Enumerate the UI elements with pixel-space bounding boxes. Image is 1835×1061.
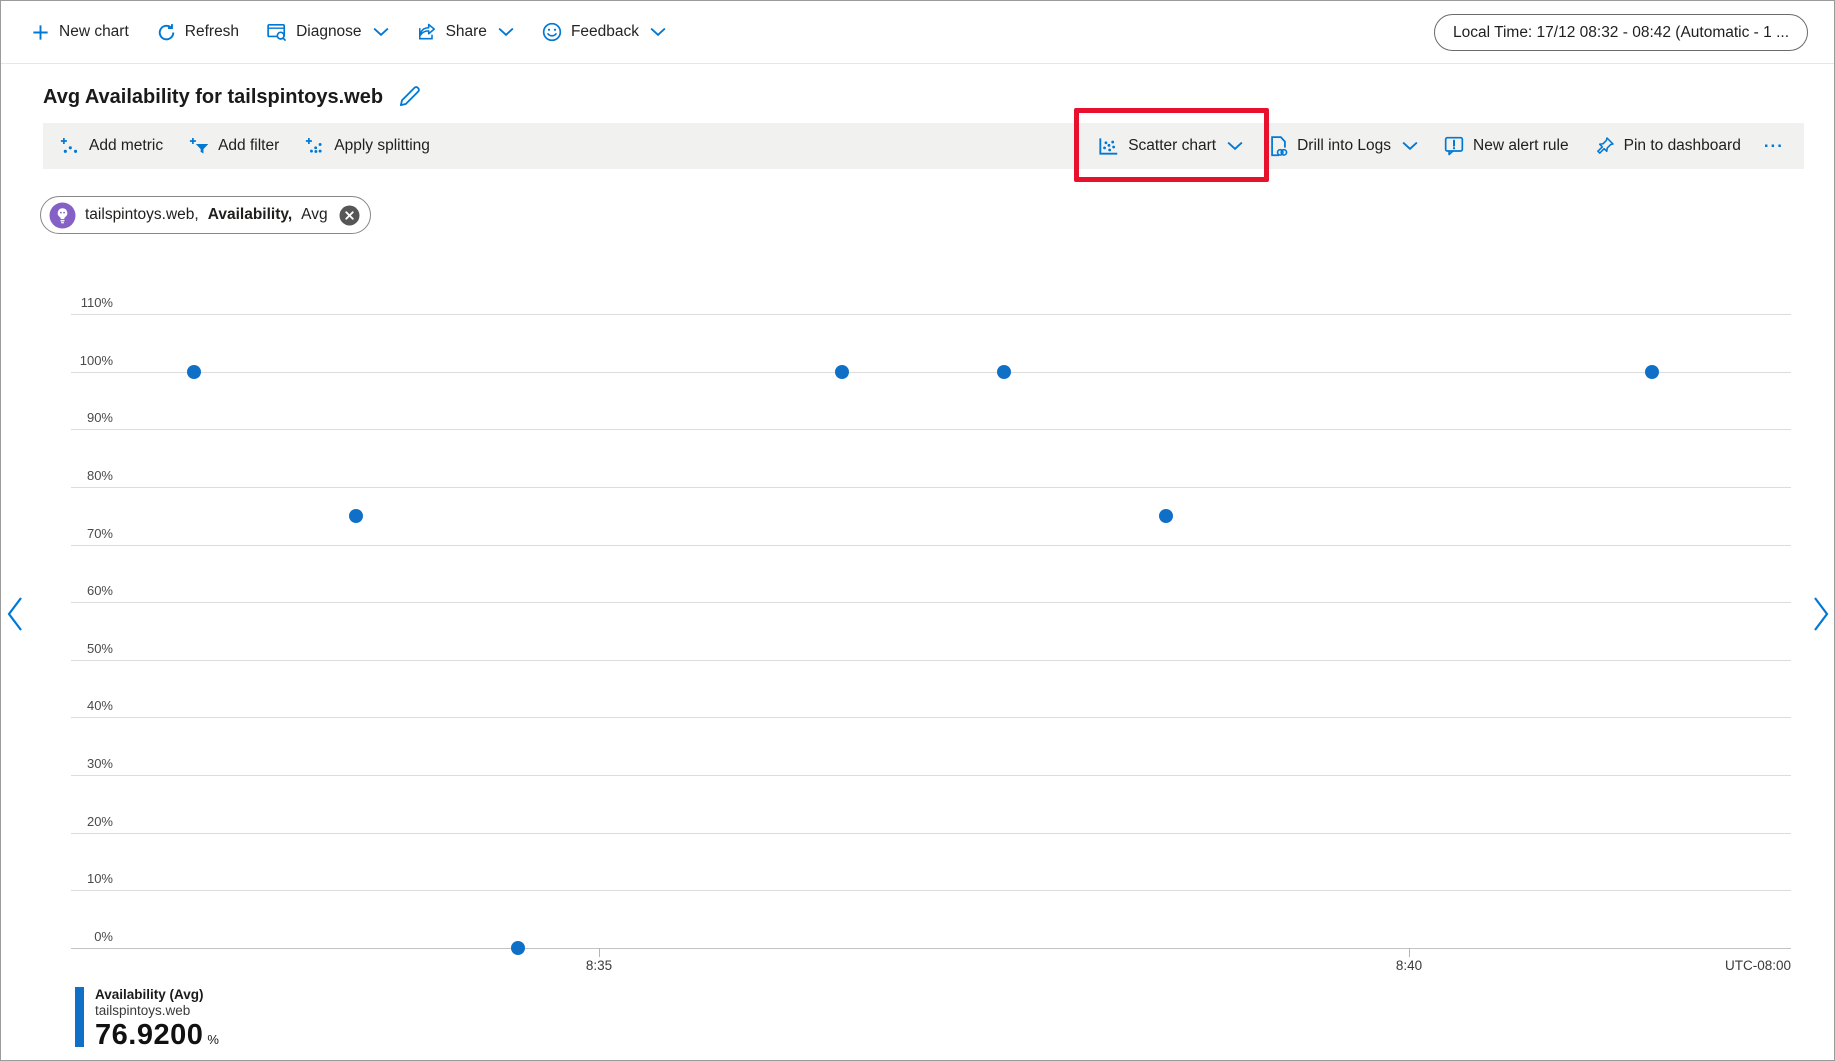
gridline — [71, 833, 1791, 834]
gridline — [71, 602, 1791, 603]
x-axis-tick — [599, 948, 600, 957]
y-axis-tick-label: 80% — [71, 468, 113, 486]
chart-legend[interactable]: Availability (Avg) tailspintoys.web 76.9… — [75, 987, 219, 1052]
y-axis-tick-label: 100% — [71, 353, 113, 371]
data-point[interactable] — [349, 509, 363, 523]
y-axis-tick-label: 20% — [71, 814, 113, 832]
previous-chart-chevron[interactable] — [5, 595, 25, 633]
x-axis-tick-label: 8:40 — [1369, 958, 1449, 973]
gridline — [71, 948, 1791, 949]
data-point[interactable] — [511, 941, 525, 955]
y-axis-tick-label: 90% — [71, 410, 113, 428]
next-chart-chevron[interactable] — [1811, 595, 1831, 633]
legend-color-bar — [75, 987, 84, 1047]
y-axis-tick-label: 0% — [71, 929, 113, 947]
y-axis-tick-label: 70% — [71, 526, 113, 544]
timezone-label: UTC-08:00 — [1641, 958, 1791, 973]
metrics-explorer-window: New chart Refresh Diagnose Share — [0, 0, 1835, 1061]
y-axis-tick-label: 60% — [71, 583, 113, 601]
gridline — [71, 890, 1791, 891]
data-point[interactable] — [1159, 509, 1173, 523]
data-point[interactable] — [1645, 365, 1659, 379]
legend-series-label: Availability (Avg) — [95, 987, 219, 1002]
gridline — [71, 314, 1791, 315]
gridline — [71, 545, 1791, 546]
x-axis-tick — [1409, 948, 1410, 957]
gridline — [71, 372, 1791, 373]
gridline — [71, 487, 1791, 488]
gridline — [71, 660, 1791, 661]
y-axis-tick-label: 10% — [71, 871, 113, 889]
data-point[interactable] — [997, 365, 1011, 379]
legend-value: 76.9200 — [95, 1019, 203, 1052]
data-point[interactable] — [187, 365, 201, 379]
y-axis-tick-label: 30% — [71, 756, 113, 774]
scatter-chart-plot: UTC-08:00 110% 100% 90% 80% 70% 60% 50% 40% 30% 2… — [1, 1, 1834, 1060]
y-axis-tick-label: 110% — [71, 295, 113, 313]
gridline — [71, 775, 1791, 776]
y-axis-tick-label: 40% — [71, 698, 113, 716]
legend-resource: tailspintoys.web — [95, 1003, 219, 1018]
y-axis-tick-label: 50% — [71, 641, 113, 659]
data-point[interactable] — [835, 365, 849, 379]
x-axis-tick-label: 8:35 — [559, 958, 639, 973]
gridline — [71, 717, 1791, 718]
legend-unit: % — [207, 1032, 219, 1047]
gridline — [71, 429, 1791, 430]
